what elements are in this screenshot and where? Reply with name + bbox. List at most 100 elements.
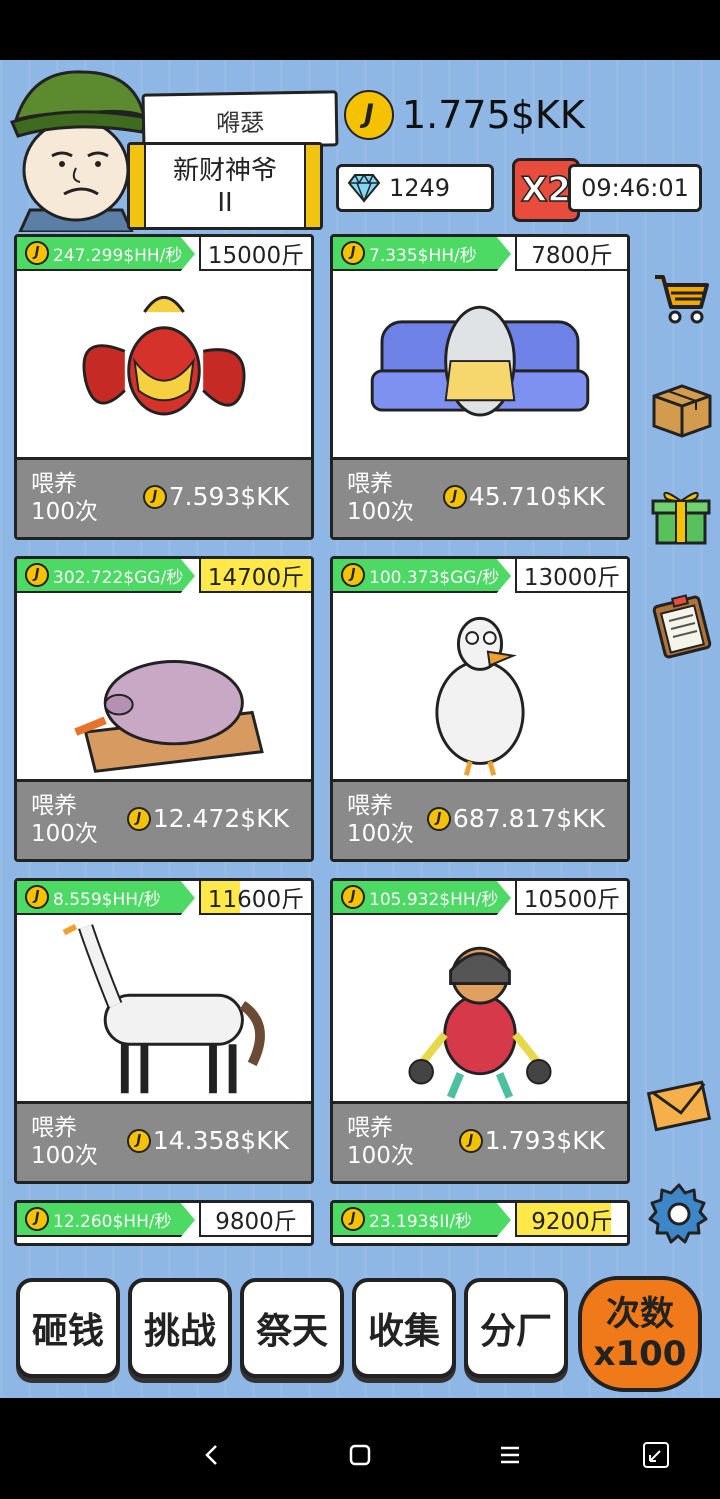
income-rate-value: 302.722$GG/秒 [53, 567, 184, 588]
feed-price-value: 687.817$KK [452, 804, 605, 833]
salted-fish-icon[interactable] [333, 271, 627, 459]
feed-count-button[interactable]: 次数 x100 [578, 1276, 702, 1392]
feed-count-label: 次数 [606, 1294, 674, 1334]
feed-label: 喂养 100次 [31, 1114, 98, 1170]
box-icon[interactable] [648, 376, 714, 442]
screen-rotate-icon[interactable] [636, 1435, 676, 1475]
income-rate-value: 8.559$HH/秒 [53, 889, 161, 910]
weight-value: 9800斤 [215, 1209, 297, 1235]
coin-icon [142, 484, 167, 509]
feed-price-value: 14.358$KK [152, 1126, 289, 1155]
feed-button[interactable]: 喂养 100次 12.472$KK [17, 779, 311, 859]
home-icon[interactable] [340, 1435, 380, 1475]
income-rate-value: 105.932$HH/秒 [369, 889, 499, 910]
feed-times: 100次 [31, 499, 98, 525]
settings-gear-icon[interactable] [646, 1180, 712, 1246]
weight-value: 14700斤 [207, 565, 305, 591]
coin-icon [458, 1128, 483, 1153]
gem-count: 1249 [389, 174, 451, 202]
weight-progress: 13000斤 [515, 559, 627, 593]
animal-card[interactable]: 7.335$HH/秒 7800斤 喂养 100次 45.710$KK [330, 234, 630, 540]
feed-button[interactable]: 喂养 100次 14.358$KK [17, 1101, 311, 1181]
pig-icon[interactable] [17, 593, 311, 781]
animal-card[interactable]: 247.299$HH/秒 15000斤 喂养 100次 7.593$KK [14, 234, 314, 540]
weight-progress: 9800斤 [199, 1203, 311, 1237]
income-rate: 12.260$HH/秒 [17, 1203, 195, 1237]
status-bar [0, 0, 720, 60]
feed-label: 喂养 100次 [347, 792, 414, 848]
feed-label: 喂养 100次 [31, 470, 98, 526]
coin-icon [341, 241, 365, 265]
income-rate: 105.932$HH/秒 [333, 881, 511, 915]
income-rate-value: 100.373$GG/秒 [369, 567, 500, 588]
menu-icon[interactable] [490, 1435, 530, 1475]
smash-money-button[interactable]: 砸钱 [16, 1278, 120, 1378]
income-rate-value: 247.299$HH/秒 [53, 245, 183, 266]
crayfish-icon[interactable] [17, 271, 311, 459]
coin-icon [344, 90, 394, 140]
coin-icon [126, 1128, 151, 1153]
clipboard-icon[interactable] [648, 592, 714, 659]
branch-factory-button[interactable]: 分厂 [464, 1278, 568, 1378]
animal-card[interactable]: 100.373$GG/秒 13000斤 喂养 100次 687.817$KK [330, 556, 630, 862]
collect-button[interactable]: 收集 [352, 1278, 456, 1378]
income-rate: 8.559$HH/秒 [17, 881, 195, 915]
weight-value: 7800斤 [531, 243, 613, 269]
coin-icon [341, 885, 365, 909]
coin-icon [341, 563, 365, 587]
coin-icon [426, 806, 451, 831]
player-name: 嘚瑟 [141, 90, 339, 150]
coin-icon [25, 1207, 49, 1231]
feed-times: 100次 [347, 499, 414, 525]
animal-card[interactable]: 12.260$HH/秒 9800斤 [14, 1200, 314, 1246]
weight-value: 9200斤 [531, 1209, 613, 1235]
feed-button[interactable]: 喂养 100次 7.593$KK [17, 457, 311, 537]
feed-times: 100次 [31, 1143, 98, 1169]
money-display: 1.775$KK [344, 90, 585, 140]
feed-button[interactable]: 喂养 100次 45.710$KK [333, 457, 627, 537]
animal-card[interactable]: 105.932$HH/秒 10500斤 喂养 100次 1.793$KK [330, 878, 630, 1184]
feed-action: 喂养 [347, 793, 393, 819]
feed-action: 喂养 [31, 471, 77, 497]
feed-count-value: x100 [593, 1334, 687, 1374]
weight-value: 15000斤 [207, 243, 305, 269]
sacrifice-button[interactable]: 祭天 [240, 1278, 344, 1378]
feed-price: 12.472$KK [126, 804, 289, 833]
coin-icon [341, 1207, 365, 1231]
monkey-soldier-icon[interactable] [333, 915, 627, 1103]
weight-progress: 7800斤 [515, 237, 627, 271]
income-rate: 247.299$HH/秒 [17, 237, 195, 271]
animal-card[interactable]: 8.559$HH/秒 11600斤 喂养 100次 14.358$KK [14, 878, 314, 1184]
income-rate: 23.193$II/秒 [333, 1203, 511, 1237]
animal-card[interactable]: 23.193$II/秒 9200斤 [330, 1200, 630, 1246]
gift-icon[interactable] [648, 484, 714, 550]
feed-label: 喂养 100次 [347, 1114, 414, 1170]
income-rate-value: 7.335$HH/秒 [369, 245, 477, 266]
income-rate: 7.335$HH/秒 [333, 237, 511, 271]
challenge-button[interactable]: 挑战 [128, 1278, 232, 1378]
goose-icon[interactable] [333, 593, 627, 781]
shop-cart-icon[interactable] [648, 264, 714, 330]
weight-progress: 9200斤 [515, 1203, 627, 1237]
coin-icon [442, 484, 467, 509]
feed-button[interactable]: 喂养 100次 687.817$KK [333, 779, 627, 859]
feed-price: 7.593$KK [142, 482, 289, 511]
gem-display: 1249 [336, 164, 494, 212]
rank-name: 新财神爷 [172, 156, 277, 186]
weight-value: 13000斤 [523, 565, 621, 591]
feed-action: 喂养 [347, 1115, 393, 1141]
mail-icon[interactable] [646, 1072, 712, 1138]
coin-icon [126, 806, 151, 831]
coin-icon [25, 885, 49, 909]
feed-times: 100次 [347, 1143, 414, 1169]
income-rate-value: 12.260$HH/秒 [53, 1211, 172, 1232]
back-icon[interactable] [192, 1435, 232, 1475]
feed-button[interactable]: 喂养 100次 1.793$KK [333, 1101, 627, 1181]
goose-horse-icon[interactable] [17, 915, 311, 1103]
feed-price-value: 7.593$KK [168, 482, 289, 511]
animal-card[interactable]: 302.722$GG/秒 14700斤 喂养 100次 12.472$KK [14, 556, 314, 862]
feed-price: 14.358$KK [126, 1126, 289, 1155]
coin-icon [25, 563, 49, 587]
weight-value: 10500斤 [523, 887, 621, 913]
feed-label: 喂养 100次 [347, 470, 414, 526]
